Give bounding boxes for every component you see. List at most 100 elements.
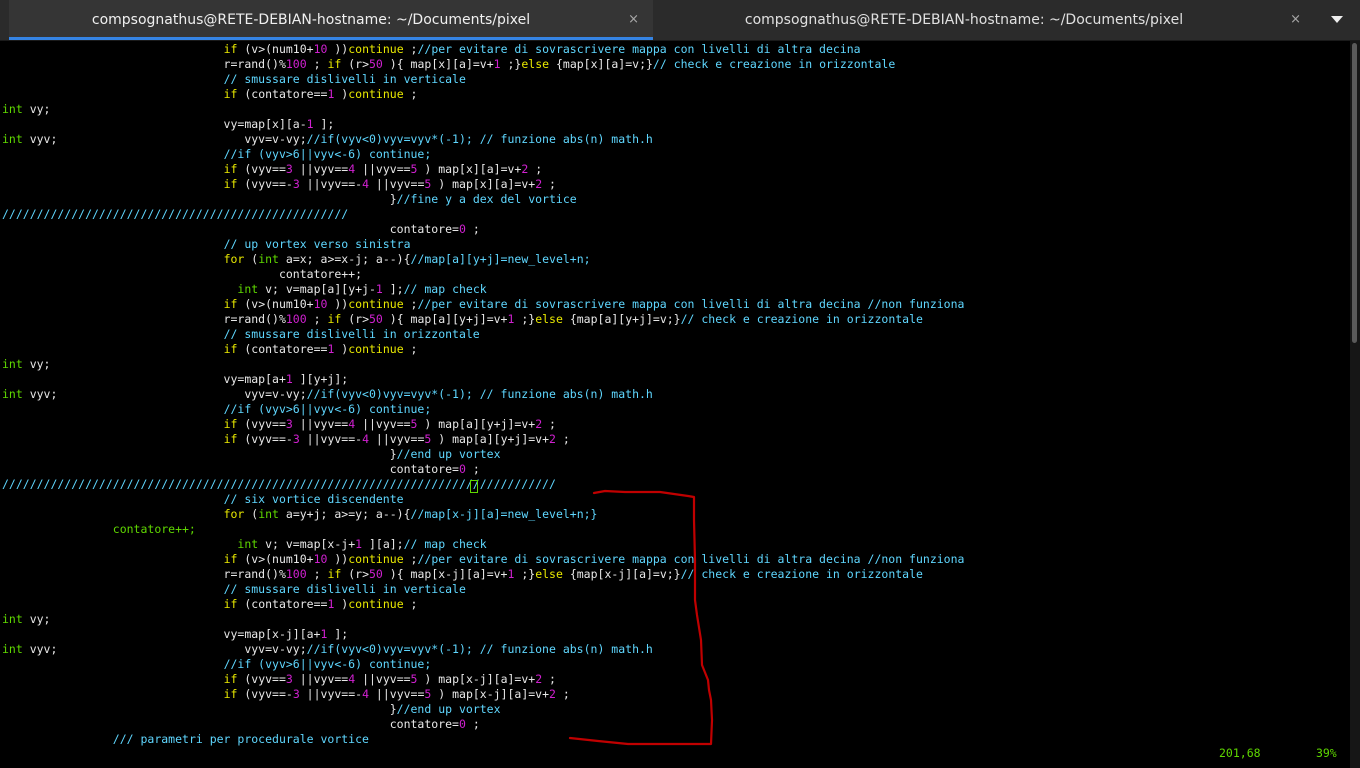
code-token: ; bbox=[403, 342, 418, 356]
tab-terminal-1[interactable]: compsognathus@RETE-DEBIAN-hostname: ~/Do… bbox=[9, 0, 653, 40]
code-line: }//end up vortex bbox=[2, 447, 964, 462]
code-token: // check e creazione in orizzontale bbox=[652, 57, 896, 71]
tab-bar: compsognathus@RETE-DEBIAN-hostname: ~/Do… bbox=[0, 0, 1360, 41]
chevron-down-icon[interactable] bbox=[1331, 16, 1343, 23]
code-token: (vyv== bbox=[237, 162, 286, 176]
code-token: continue bbox=[348, 297, 404, 311]
code-token: //end up vortex bbox=[396, 447, 501, 461]
code-token: int bbox=[2, 357, 23, 371]
code-line: for (int a=y+j; a>=y; a--){//map[x-j][a]… bbox=[2, 507, 964, 522]
code-token: (v>(num10+ bbox=[237, 42, 314, 56]
code-token: if bbox=[223, 177, 238, 191]
code-token: vy; bbox=[22, 357, 51, 371]
close-icon[interactable]: × bbox=[1290, 0, 1301, 40]
code-line: /// parametri per procedurale vortice bbox=[2, 732, 964, 747]
code-token: ; bbox=[465, 462, 480, 476]
code-token: continue bbox=[348, 597, 404, 611]
code-line: int vy; bbox=[2, 357, 964, 372]
code-token: if bbox=[223, 342, 238, 356]
code-token: ]; bbox=[327, 627, 349, 641]
terminal-view[interactable]: if (v>(num10+ 1 0 )) continue ; //per evitar… bbox=[0, 41, 1348, 768]
code-token: else bbox=[521, 57, 550, 71]
code-token: 1 bbox=[375, 282, 383, 296]
code-token: if bbox=[327, 312, 342, 326]
scrollbar[interactable] bbox=[1350, 41, 1360, 768]
code-token: 3 bbox=[292, 687, 300, 701]
code-token: int bbox=[2, 102, 23, 116]
code-token: 100 bbox=[285, 567, 307, 581]
code-line: if (vyv==-3 ||vyv==-4 ||vyv==5 ) map[x][… bbox=[2, 177, 964, 192]
code-line: contatore=0 ; bbox=[2, 717, 964, 732]
code-token: (r> bbox=[341, 57, 369, 71]
code-line: ////////////////////////////////////////… bbox=[2, 207, 964, 222]
tab-terminal-2[interactable]: compsognathus@RETE-DEBIAN-hostname: ~/Do… bbox=[653, 0, 1315, 40]
vim-status-ruler: 201,68 39% bbox=[1219, 746, 1337, 761]
code-token: contatore= bbox=[2, 222, 459, 236]
scrollbar-thumb[interactable] bbox=[1352, 43, 1357, 343]
code-token: if bbox=[223, 597, 238, 611]
code-token: (v>(num10+ bbox=[237, 552, 314, 566]
code-token: ( bbox=[244, 507, 259, 521]
code-token: if bbox=[327, 567, 342, 581]
code-line: int vyv; vyv=v-vy;//if(vyv<0)vyv=vyv*(-1… bbox=[2, 132, 964, 147]
code-token: 4 bbox=[362, 687, 369, 701]
text-cursor bbox=[470, 480, 478, 493]
code-token: //per evitare di sovrascrivere mappa con… bbox=[417, 42, 861, 56]
code-token: 0 bbox=[458, 717, 466, 731]
code-token: } bbox=[2, 447, 397, 461]
code-token: // smussare dislivelli in verticale bbox=[223, 72, 466, 86]
code-line: if (vyv==3 ||vyv==4 ||vyv==5 ) map[x-j][… bbox=[2, 672, 964, 687]
code-token: (r> bbox=[341, 567, 369, 581]
code-token: /// parametri per procedurale vortice bbox=[112, 732, 369, 746]
code-token: )) bbox=[327, 42, 349, 56]
code-token: if bbox=[223, 297, 238, 311]
code-line: ////////////////////////////////////////… bbox=[2, 477, 964, 492]
code-line: if (v>(num10+10 ))continue ;//per evitar… bbox=[2, 297, 965, 312]
code-token: (vyv==- bbox=[237, 432, 293, 446]
code-token: int bbox=[237, 282, 259, 296]
code-token: for bbox=[223, 252, 245, 266]
code-token: ) bbox=[334, 597, 349, 611]
code-line: if (contatore==1 )continue ; bbox=[2, 597, 964, 612]
code-token: (vyv==- bbox=[237, 687, 293, 701]
code-token: contatore++; bbox=[2, 522, 196, 536]
code-line: vy=map[a+1 ][y+j]; bbox=[2, 372, 964, 387]
code-token: if bbox=[223, 552, 238, 566]
code-token: ){ map[x][a]=v+ bbox=[382, 57, 494, 71]
code-line: // six vortice discendente bbox=[2, 492, 964, 507]
close-icon[interactable]: × bbox=[628, 0, 639, 40]
code-line: if (vyv==-3 ||vyv==-4 ||vyv==5 ) map[a][… bbox=[2, 432, 964, 447]
code-line: int vy; bbox=[2, 102, 964, 117]
code-line: // up vortex verso sinistra bbox=[2, 237, 964, 252]
code-token: 3 bbox=[285, 417, 293, 431]
code-token: 3 bbox=[285, 162, 293, 176]
code-line: if (vyv==-3 ||vyv==-4 ||vyv==5 ) map[x-j… bbox=[2, 687, 964, 702]
code-token: ||vyv== bbox=[369, 432, 425, 446]
code-token: //map[a][y+j]=new_level+n; bbox=[410, 252, 591, 266]
code-token: int bbox=[2, 642, 23, 656]
code-line: int vyv; vyv=v-vy;//if(vyv<0)vyv=vyv*(-1… bbox=[2, 642, 964, 657]
code-token: (contatore== bbox=[237, 597, 328, 611]
code-token: 1 bbox=[285, 372, 293, 386]
code-editor[interactable]: if (v>(num10+ 1 0 )) continue ; //per evitar… bbox=[2, 42, 964, 747]
code-token: ; bbox=[542, 177, 556, 191]
code-token: //per evitare di sovrascrivere mappa con… bbox=[417, 552, 965, 566]
code-token: v; v=map[a][y+j- bbox=[258, 282, 376, 296]
code-line: int v; v=map[a][y+j-1 ];// map check bbox=[2, 282, 964, 297]
code-token: if bbox=[223, 672, 238, 686]
code-token: ){ map[x-j][a]=v+ bbox=[382, 567, 508, 581]
code-token: 0 bbox=[458, 462, 466, 476]
code-line: //if (vyv>6||vyv<-6) continue; bbox=[2, 402, 964, 417]
code-token: ;} bbox=[514, 567, 536, 581]
code-token: int bbox=[2, 132, 23, 146]
code-token: int bbox=[258, 507, 279, 521]
